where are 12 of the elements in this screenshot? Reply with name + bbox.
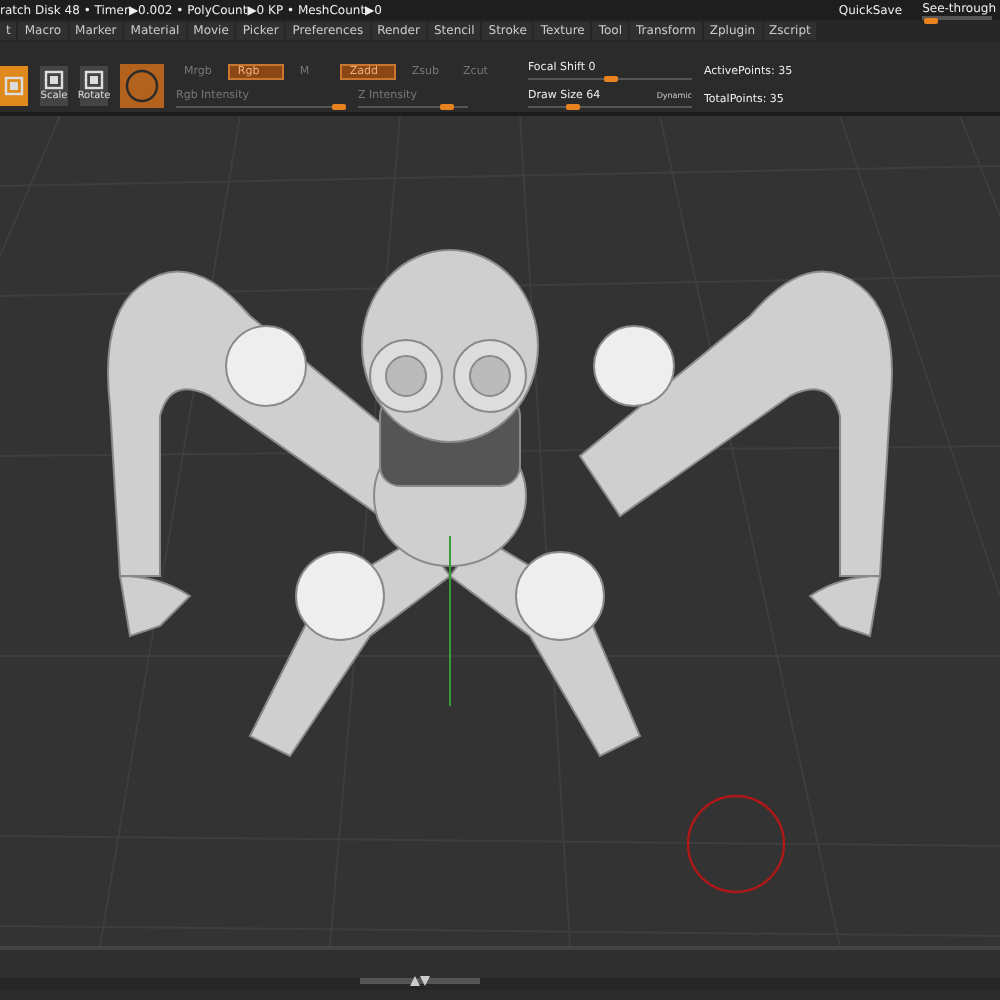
shelf-handle[interactable]: [360, 978, 480, 984]
circle-icon: [122, 65, 162, 105]
slider-thumb[interactable]: [603, 76, 618, 82]
tool-button[interactable]: [0, 65, 28, 105]
slider-thumb[interactable]: [566, 104, 581, 110]
material-button[interactable]: [120, 63, 164, 107]
brush-cursor: [686, 794, 786, 894]
slider-thumb[interactable]: [440, 103, 454, 109]
slider-thumb[interactable]: [923, 17, 938, 23]
slider-thumb[interactable]: [331, 103, 346, 109]
viewport[interactable]: [0, 112, 1000, 946]
arrows-icon: [410, 976, 430, 986]
